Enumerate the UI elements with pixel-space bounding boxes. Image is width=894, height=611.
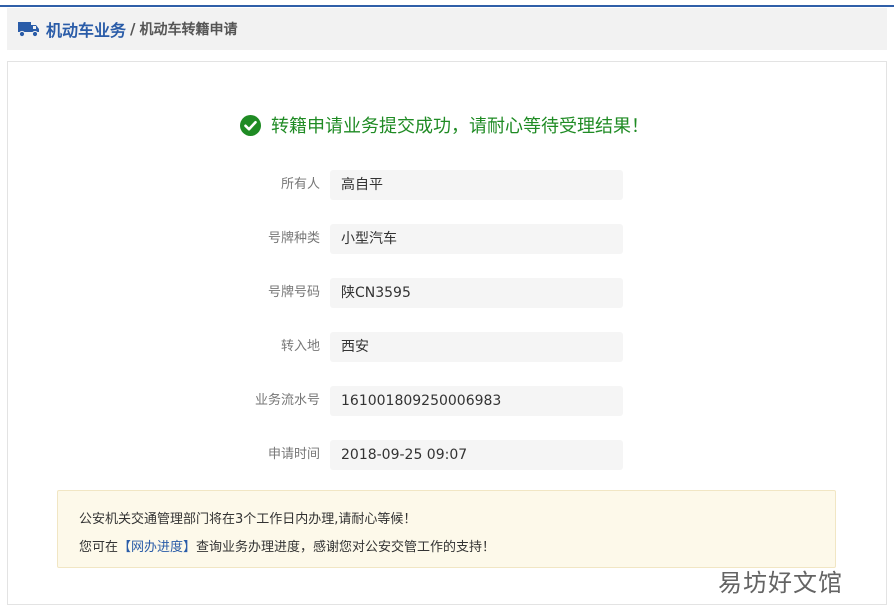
field-label: 号牌种类 bbox=[267, 231, 320, 246]
breadcrumb-root-link[interactable]: 机动车业务 bbox=[46, 17, 126, 41]
notice-line-2-suffix: 查询业务办理进度，感谢您对公安交管工作的支持！ bbox=[196, 540, 496, 555]
field-row-owner: 所有人 高自平 bbox=[0, 170, 894, 200]
watermark: 易坊好文馆 bbox=[718, 569, 843, 597]
check-circle-icon bbox=[240, 114, 261, 136]
field-row-destination: 转入地 西安 bbox=[0, 332, 894, 362]
field-value: 陕CN3595 bbox=[330, 278, 623, 308]
field-value: 小型汽车 bbox=[330, 224, 623, 254]
field-value: 高自平 bbox=[330, 170, 623, 200]
field-label: 转入地 bbox=[280, 339, 320, 354]
breadcrumb-separator: / bbox=[130, 20, 136, 38]
breadcrumb: 机动车业务 / 机动车转籍申请 bbox=[7, 8, 887, 50]
progress-link[interactable]: 【网办进度】 bbox=[118, 540, 196, 555]
field-label: 号牌号码 bbox=[267, 285, 320, 300]
field-value: 西安 bbox=[330, 332, 623, 362]
field-row-apply-time: 申请时间 2018-09-25 09:07 bbox=[0, 440, 894, 470]
breadcrumb-current: 机动车转籍申请 bbox=[139, 22, 238, 38]
success-message: 转籍申请业务提交成功，请耐心等待受理结果！ bbox=[240, 113, 649, 137]
field-row-plate-type: 号牌种类 小型汽车 bbox=[0, 224, 894, 254]
notice-line-2-prefix: 您可在 bbox=[79, 540, 119, 555]
field-value: 2018-09-25 09:07 bbox=[330, 440, 623, 470]
notice-line-1: 公安机关交通管理部门将在3个工作日内办理,请耐心等候！ bbox=[79, 512, 417, 527]
field-label: 业务流水号 bbox=[254, 393, 320, 408]
field-label: 申请时间 bbox=[267, 447, 320, 462]
top-accent-line bbox=[0, 5, 894, 7]
field-value: 161001809250006983 bbox=[330, 386, 623, 416]
field-row-plate-number: 号牌号码 陕CN3595 bbox=[0, 278, 894, 308]
notice-box: 公安机关交通管理部门将在3个工作日内办理,请耐心等候！ 您可在【网办进度】查询业… bbox=[57, 490, 836, 568]
success-text: 转籍申请业务提交成功，请耐心等待受理结果！ bbox=[271, 116, 649, 137]
notice-line-2: 您可在【网办进度】查询业务办理进度，感谢您对公安交管工作的支持！ bbox=[79, 536, 495, 555]
truck-icon bbox=[18, 20, 40, 38]
field-label: 所有人 bbox=[280, 177, 320, 192]
field-row-serial-number: 业务流水号 161001809250006983 bbox=[0, 386, 894, 416]
